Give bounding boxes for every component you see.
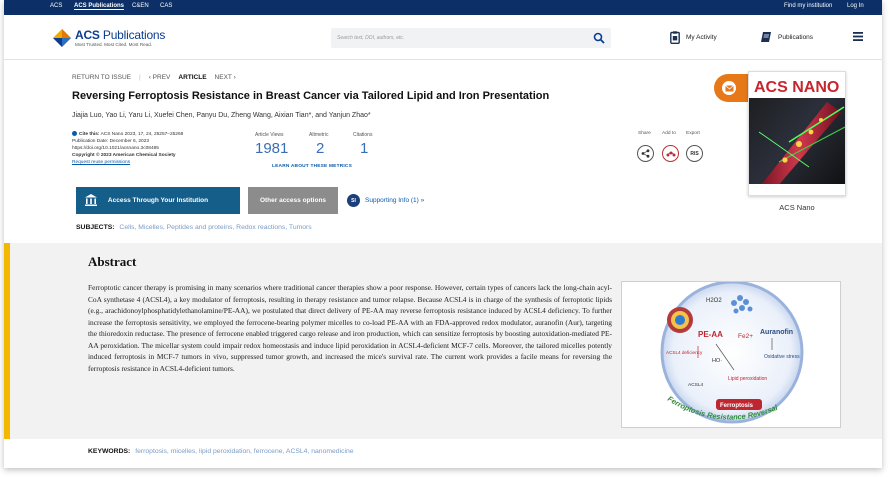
- reuse-permissions-link[interactable]: Request reuse permissions: [72, 159, 247, 166]
- breadcrumb-divider: |: [139, 74, 141, 81]
- publications-button[interactable]: Publications: [760, 30, 813, 44]
- metric-label: Article Views: [255, 132, 284, 138]
- next-link[interactable]: NEXT ›: [215, 74, 236, 81]
- si-badge: SI: [347, 194, 360, 207]
- share-label: Share: [638, 131, 651, 136]
- metric-value: 2: [316, 140, 325, 157]
- publication-date: Publication Date: December 6, 2023: [72, 139, 150, 144]
- my-activity-button[interactable]: My Activity: [670, 30, 717, 44]
- toc-label-oxidative-stress: Oxidative stress: [764, 354, 800, 360]
- metric-label: Citations: [353, 132, 373, 138]
- search-box: [331, 28, 611, 48]
- export-ris-button[interactable]: RIS: [686, 145, 703, 162]
- metric-article-views[interactable]: Article Views 1981: [255, 132, 288, 157]
- article-title: Reversing Ferroptosis Resistance in Brea…: [72, 90, 550, 102]
- toc-label-ho: HO·: [712, 358, 722, 364]
- find-institution-link[interactable]: Find my institution: [784, 3, 832, 9]
- envelope-icon: [722, 81, 736, 95]
- subjects-label: SUBJECTS:: [76, 224, 115, 231]
- toc-label-pe-aa: PE-AA: [698, 330, 723, 339]
- return-to-issue-link[interactable]: RETURN TO ISSUE: [72, 74, 131, 81]
- citation-block: Cite this: ACS Nano 2023, 17, 24, 25257–…: [72, 131, 247, 166]
- supporting-info-label: Supporting Info (1) »: [365, 197, 425, 204]
- cite-label[interactable]: Cite this:: [79, 132, 100, 137]
- current-article-label: ARTICLE: [178, 74, 207, 81]
- toc-label-acsl4-deficiency: ACSL4 deficiency: [666, 350, 703, 355]
- search-icon[interactable]: [593, 32, 605, 44]
- toc-diagram: H2O2 PE-AA Fe2+ Auranofin ACSL4 deficien…: [660, 280, 804, 424]
- topbar-link-cas[interactable]: CAS: [160, 3, 172, 9]
- keywords-row: KEYWORDS: ferroptosis, micelles, lipid p…: [88, 448, 354, 455]
- cover-logo: ACS NANO: [754, 79, 839, 96]
- author-list[interactable]: Jiajia Luo, Yao Li, Yaru Li, Xuefei Chen…: [72, 112, 371, 119]
- metric-citations[interactable]: Citations 1: [353, 132, 372, 157]
- hamburger-menu-icon[interactable]: [853, 32, 863, 41]
- toc-label-fe: Fe2+: [738, 333, 753, 340]
- top-bar: ACS ACS Publications C&EN CAS Find my in…: [4, 0, 882, 15]
- topbar-link-acs[interactable]: ACS: [50, 3, 62, 9]
- copyright-text: Copyright © 2023 American Chemical Socie…: [72, 153, 176, 158]
- search-input[interactable]: [337, 32, 577, 44]
- subject-tags[interactable]: Cells, Micelles, Peptides and proteins, …: [119, 224, 311, 231]
- journal-name[interactable]: ACS Nano: [748, 203, 846, 212]
- acs-logo-icon[interactable]: [52, 28, 72, 48]
- prev-link[interactable]: ‹ PREV: [149, 74, 171, 81]
- doi-link[interactable]: https://doi.org/10.1021/acsnano.3c08485: [72, 145, 247, 152]
- metric-value: 1981: [255, 140, 289, 157]
- share-icon: [641, 149, 650, 158]
- share-button[interactable]: [637, 145, 654, 162]
- access-institution-button[interactable]: Access Through Your Institution: [76, 187, 240, 214]
- logo-tagline: Most Trusted. Most Cited. Most Read.: [75, 42, 153, 47]
- topbar-link-acs-publications[interactable]: ACS Publications: [74, 3, 125, 10]
- breadcrumb: RETURN TO ISSUE | ‹ PREV ARTICLE NEXT ›: [72, 74, 244, 81]
- metric-value: 1: [360, 140, 369, 157]
- learn-metrics-link[interactable]: LEARN ABOUT THESE METRICS: [272, 164, 352, 169]
- toc-label-lipid-peroxidation: Lipid peroxidation: [728, 376, 767, 382]
- abstract-heading: Abstract: [88, 254, 137, 269]
- metric-altmetric[interactable]: Altmetric 2: [309, 132, 328, 157]
- book-icon: [761, 32, 771, 42]
- keyword-tags[interactable]: ferroptosis, micelles, lipid peroxidatio…: [135, 448, 353, 455]
- cite-text: ACS Nano 2023, 17, 24, 25257–25268: [100, 132, 184, 137]
- metric-label: Altmetric: [309, 132, 329, 138]
- page: ACS ACS Publications C&EN CAS Find my in…: [4, 0, 882, 468]
- export-label: Export: [686, 131, 700, 136]
- access-institution-label: Access Through Your Institution: [107, 197, 209, 204]
- toc-label-auranofin: Auranofin: [760, 329, 793, 336]
- abstract-accent-bar: [4, 243, 10, 439]
- other-access-button[interactable]: Other access options: [248, 187, 338, 214]
- site-header: ACS Publications Most Trusted. Most Cite…: [4, 15, 882, 60]
- topbar-link-cen[interactable]: C&EN: [132, 3, 149, 9]
- keywords-label: KEYWORDS:: [88, 448, 131, 455]
- toc-label-ferroptosis: Ferroptosis: [720, 403, 754, 409]
- journal-cover-image: ACS NANO: [749, 72, 846, 195]
- toc-label-acsl4: ACSL4: [688, 382, 704, 388]
- supporting-info-link[interactable]: SI Supporting Info (1) »: [347, 194, 424, 207]
- institution-icon: [85, 194, 97, 206]
- abstract-text: Ferroptotic cancer therapy is promising …: [88, 283, 612, 373]
- add-to-mendeley-button[interactable]: [662, 145, 679, 162]
- ris-label: RIS: [690, 150, 699, 157]
- clipboard-icon: [670, 30, 680, 44]
- toc-label-h2o2: H2O2: [706, 298, 722, 304]
- micelle-icon: [667, 307, 693, 333]
- add-to-label: Add to: [662, 131, 676, 136]
- alert-badge[interactable]: [714, 74, 752, 102]
- check-icon: [72, 131, 77, 136]
- subjects-row: SUBJECTS: Cells, Micelles, Peptides and …: [76, 224, 312, 231]
- publications-label: Publications: [778, 33, 814, 41]
- my-activity-label: My Activity: [686, 33, 717, 41]
- toc-graphic[interactable]: H2O2 PE-AA Fe2+ Auranofin ACSL4 deficien…: [621, 280, 841, 428]
- logo-title[interactable]: ACS Publications: [75, 28, 165, 42]
- login-link[interactable]: Log In: [847, 3, 864, 9]
- mendeley-icon: [666, 151, 675, 156]
- journal-cover[interactable]: ACS NANO: [748, 71, 846, 196]
